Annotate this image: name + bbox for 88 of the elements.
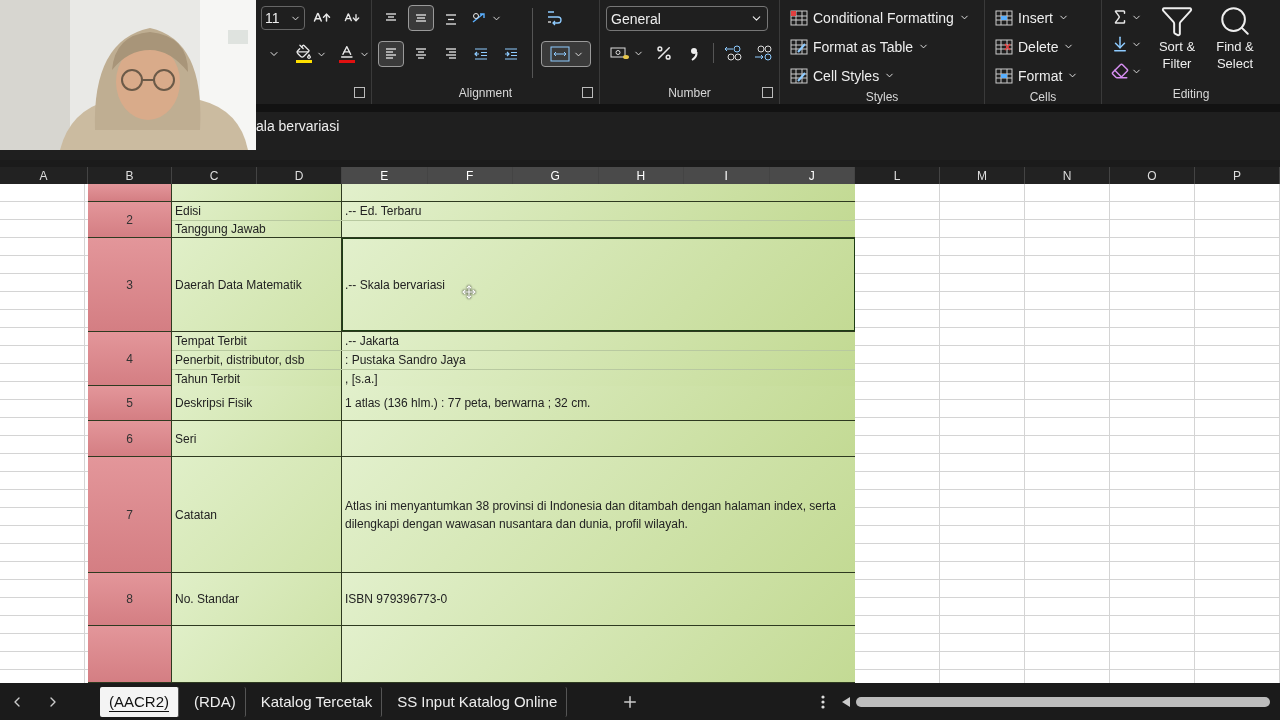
eraser-icon xyxy=(1111,62,1129,80)
dialog-launcher-icon[interactable] xyxy=(354,87,365,98)
font-size-field[interactable]: 11 xyxy=(261,6,305,30)
indent-left-icon xyxy=(472,46,490,62)
sheet-tab[interactable]: Katalog Tercetak xyxy=(251,686,383,717)
funnel-icon xyxy=(1160,4,1194,38)
column-header[interactable]: F xyxy=(427,167,513,184)
table-grid-icon xyxy=(995,9,1013,26)
number-cell: 3 xyxy=(88,238,172,331)
label-cell: Seri xyxy=(172,421,342,456)
cell-text: Atlas ini menyantumkan 38 provinsi di Indonesia dan ditambah dengan halaman index, serta dilengkapi dengan wawasan nusantara dan dunia, profil wilayah. xyxy=(345,497,837,533)
column-header[interactable]: I xyxy=(684,167,770,184)
dialog-launcher-icon[interactable] xyxy=(762,87,773,98)
down-arrow-icon xyxy=(1111,35,1129,53)
sheet-tab[interactable]: SS Input Katalog Online xyxy=(388,686,568,717)
paint-bucket-icon xyxy=(294,44,314,64)
more-icon xyxy=(821,694,826,709)
table-grid-icon xyxy=(790,9,808,26)
column-header[interactable]: D xyxy=(257,167,342,184)
group-label: Editing xyxy=(1171,86,1211,103)
number-cell: 5 xyxy=(88,386,172,420)
decimal-arrow-icon xyxy=(723,44,743,62)
cell-text: ISBN 979396773-0 xyxy=(345,591,448,608)
label-cell: Tempat Terbit xyxy=(172,332,342,350)
styles-menu-item[interactable]: Format as Table xyxy=(786,33,974,60)
group-label: Alignment xyxy=(457,85,514,102)
column-header[interactable]: N xyxy=(1025,167,1110,184)
sheet-tab[interactable]: (AACR2) xyxy=(100,686,179,717)
column-header[interactable]: J xyxy=(769,167,855,184)
group-label: Number xyxy=(667,85,712,102)
column-header[interactable]: H xyxy=(598,167,684,184)
dialog-launcher-icon[interactable] xyxy=(582,87,593,98)
label-cell: Tanggung Jawab xyxy=(172,221,342,237)
column-header[interactable]: P xyxy=(1195,167,1280,184)
label-cell: Deskripsi Fisik xyxy=(172,386,342,420)
indent-right-icon xyxy=(502,46,520,62)
group-label: Cells xyxy=(1028,89,1058,104)
search-icon xyxy=(1218,4,1252,38)
table-grid-icon xyxy=(995,38,1013,55)
cell-text: .-- Jakarta xyxy=(345,333,399,350)
column-header[interactable]: M xyxy=(940,167,1025,184)
cell-text: , [s.a.] xyxy=(345,371,378,388)
scroll-left-icon[interactable] xyxy=(842,696,851,707)
cell-text: .-- Skala bervariasi xyxy=(345,276,446,294)
number-format-field[interactable]: General xyxy=(606,6,768,31)
column-header[interactable]: C xyxy=(172,167,257,184)
formula-text: ala bervariasi xyxy=(256,118,340,134)
cursor-icon xyxy=(462,284,476,299)
table-grid-icon xyxy=(995,67,1013,84)
cell-text: 1 atlas (136 hlm.) : 77 peta, berwarna ; 32 cm. xyxy=(345,395,591,412)
cell-text: .-- Ed. Terbaru xyxy=(345,203,422,220)
cells-menu-item[interactable]: Insert xyxy=(991,4,1083,31)
cells-menu-item[interactable]: Delete xyxy=(991,33,1083,60)
column-header[interactable]: G xyxy=(513,167,599,184)
align-left-button[interactable] xyxy=(378,41,404,67)
middle-align-button[interactable] xyxy=(408,5,434,31)
number-cell: 7 xyxy=(88,457,172,572)
number-cell: 8 xyxy=(88,573,172,625)
table-grid-icon xyxy=(790,38,808,55)
label-cell: No. Standar xyxy=(172,573,342,625)
letter-a-icon xyxy=(337,44,357,64)
table-grid-icon xyxy=(790,67,808,84)
find-select-button[interactable]: Find & Select xyxy=(1209,4,1261,84)
banknote-icon xyxy=(609,45,631,61)
number-cell: 6 xyxy=(88,421,172,456)
column-header[interactable]: A xyxy=(0,167,88,184)
group-label: Styles xyxy=(864,89,900,104)
percent-icon xyxy=(655,44,673,62)
decimal-arrow-icon xyxy=(753,44,773,62)
number-cell: 2 xyxy=(88,202,172,237)
label-cell: Catatan xyxy=(172,457,342,572)
horizontal-scrollbar[interactable] xyxy=(856,696,1270,707)
cells-menu-item[interactable]: Format xyxy=(991,62,1083,89)
column-header[interactable]: L xyxy=(855,167,940,184)
label-cell: Penerbit, distributor, dsb xyxy=(172,351,342,369)
merge-cells-icon xyxy=(548,45,571,63)
number-cell: 4 xyxy=(88,332,172,385)
sheet-tab[interactable]: (RDA) xyxy=(185,686,246,717)
label-cell: Edisi xyxy=(172,202,342,220)
column-header[interactable]: O xyxy=(1110,167,1195,184)
column-header[interactable]: E xyxy=(342,167,428,184)
cell-text: : Pustaka Sandro Jaya xyxy=(345,352,466,369)
styles-menu-item[interactable]: Cell Styles xyxy=(786,62,974,89)
label-cell: Daerah Data Matematik xyxy=(172,238,342,331)
styles-menu-item[interactable]: Conditional Formatting xyxy=(786,4,974,31)
sort-filter-button[interactable]: Sort & Filter xyxy=(1151,4,1203,84)
merge-center-button[interactable] xyxy=(541,41,591,67)
column-header[interactable]: B xyxy=(88,167,172,184)
